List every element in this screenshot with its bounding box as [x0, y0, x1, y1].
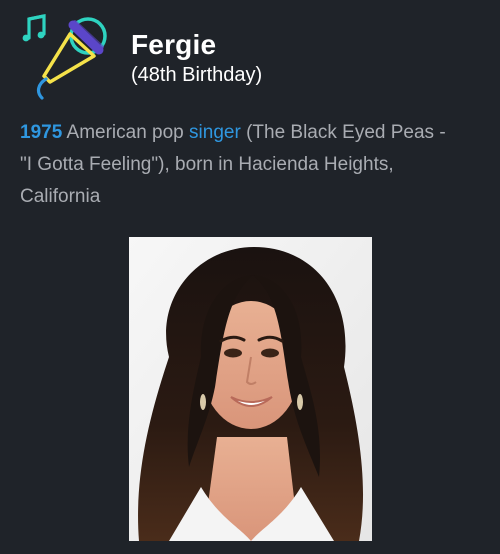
music-note-icon [22, 14, 46, 42]
birthday-card: Fergie (48th Birthday) 1975 American pop… [0, 0, 500, 554]
card-header: Fergie (48th Birthday) [18, 10, 488, 100]
description-text-1: American pop [66, 122, 184, 143]
singer-link[interactable]: singer [189, 122, 241, 143]
person-name: Fergie [131, 29, 217, 60]
singer-microphone-music-icon [22, 14, 107, 100]
birthday-subtitle: (48th Birthday) [131, 64, 263, 86]
portrait-photo [129, 237, 372, 541]
birth-year-link[interactable]: 1975 [20, 122, 62, 143]
portrait-illustration [129, 237, 372, 541]
entry-description: 1975 American pop singer (The Black Eyed… [20, 117, 450, 213]
